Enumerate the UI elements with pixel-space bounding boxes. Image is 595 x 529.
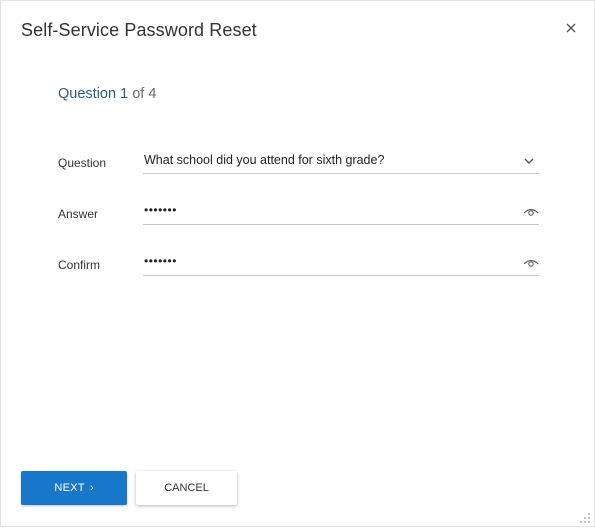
password-reset-dialog: Self-Service Password Reset Question 1 o… — [0, 0, 595, 527]
progress-of: of — [132, 86, 145, 102]
answer-label: Answer — [58, 207, 99, 221]
dialog-title: Self-Service Password Reset — [21, 20, 257, 40]
answer-field[interactable]: ••••••• — [143, 202, 539, 225]
next-button[interactable]: NEXT › — [21, 471, 127, 505]
cancel-button[interactable]: CANCEL — [136, 471, 237, 505]
answer-masked-value: ••••••• — [144, 203, 177, 217]
confirm-masked-value: ••••••• — [144, 254, 177, 268]
chevron-right-icon: › — [89, 482, 94, 494]
question-progress: Question 1 of 4 — [58, 86, 156, 102]
security-question-select[interactable]: What school did you attend for sixth gra… — [143, 151, 539, 174]
progress-total: 4 — [148, 86, 157, 102]
progress-word: Question — [58, 86, 117, 102]
resize-grip-icon[interactable] — [579, 511, 591, 523]
eye-icon[interactable] — [523, 256, 539, 268]
chevron-down-icon[interactable] — [523, 154, 535, 166]
eye-icon[interactable] — [523, 205, 539, 217]
next-button-label: NEXT — [54, 482, 85, 494]
question-label: Question — [58, 156, 107, 170]
confirm-field[interactable]: ••••••• — [143, 253, 539, 276]
confirm-label: Confirm — [58, 258, 101, 272]
security-question-value: What school did you attend for sixth gra… — [144, 153, 385, 167]
progress-current: 1 — [120, 86, 129, 102]
close-icon[interactable] — [562, 19, 580, 37]
